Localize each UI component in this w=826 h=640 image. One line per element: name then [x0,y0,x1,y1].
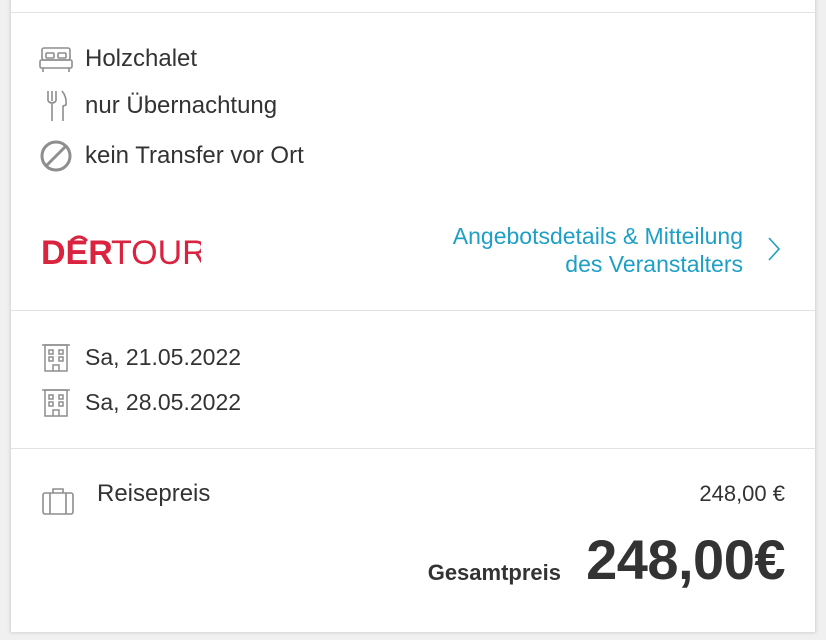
logo-der-text: DER [41,234,113,272]
hotel-icon [39,385,73,419]
date-checkin: Sa, 21.05.2022 [39,340,241,374]
top-divider [11,12,815,13]
feature-room: Holzchalet [39,42,197,76]
checkin-date: Sa, 21.05.2022 [85,343,242,370]
offer-details-link-line1[interactable]: Angebotsdetails & Mitteilung [453,222,743,250]
total-price-value: 248,00€ [586,528,785,591]
feature-transfer: kein Transfer vor Ort [39,139,304,173]
logo-tour-text: TOUR [111,234,201,272]
hotel-icon [39,340,73,374]
feature-board: nur Übernachtung [39,89,277,123]
offer-details-link[interactable]: Angebotsdetails & Mitteilung des Veranst… [453,222,743,278]
section-divider-1 [11,310,815,311]
feature-board-label: nur Übernachtung [85,92,278,119]
checkout-date: Sa, 28.05.2022 [85,388,242,415]
total-price-label: Gesamtpreis [427,560,561,585]
offer-card: Holzchalet nur Übernachtung kein Transfe… [10,0,816,632]
cutlery-icon [39,89,73,123]
feature-room-label: Holzchalet [85,45,198,72]
section-divider-2 [11,448,815,449]
chevron-right-icon[interactable] [767,236,781,267]
travel-price-value: 248,00 € [699,481,785,506]
dertour-logo: DER TOUR [41,232,207,272]
date-checkout: Sa, 28.05.2022 [39,385,241,419]
suitcase-icon [41,484,75,518]
feature-transfer-label: kein Transfer vor Ort [85,142,304,169]
offer-details-link-line2[interactable]: des Veranstalters [453,250,743,278]
travel-price-label: Reisepreis [97,480,211,507]
no-transfer-icon [39,139,73,173]
bed-icon [39,42,73,76]
